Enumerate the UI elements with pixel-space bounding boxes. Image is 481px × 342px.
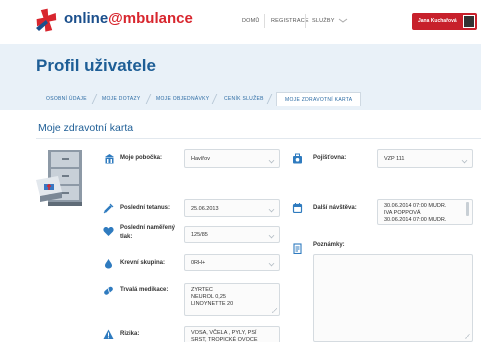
tab-personal-data[interactable]: OSOBNÍ ÚDAJE: [46, 92, 87, 106]
tab-health-card[interactable]: MOJE ZDRAVOTNÍ KARTA: [276, 92, 362, 106]
page-title: Profil uživatele: [36, 56, 156, 75]
branch-select[interactable]: Havířov: [184, 149, 280, 168]
nav-divider: [264, 14, 265, 28]
branch-label: Moje pobočka:: [120, 155, 163, 161]
nav-registration[interactable]: REGISTRACE: [271, 18, 309, 24]
chevron-down-icon: [338, 18, 348, 23]
top-header: online@mbulance DOMŮ REGISTRACE SLUŽBY J…: [0, 0, 481, 44]
logo[interactable]: online@mbulance: [34, 7, 194, 35]
nav-divider: [305, 14, 306, 28]
syringe-icon: [103, 203, 114, 214]
warning-icon: [103, 329, 114, 339]
nav-home[interactable]: DOMŮ: [242, 18, 260, 24]
medical-cabinet-illustration: [36, 150, 82, 206]
medication-textarea[interactable]: ZYRTEC NEUROL 0,25 LINOYNETTE 20: [184, 283, 280, 316]
avatar: [463, 15, 475, 28]
insurer-select[interactable]: VZP 111: [377, 149, 473, 168]
notes-icon: [293, 243, 302, 254]
medication-label: Trvalá medikace:: [120, 287, 169, 293]
pressure-field[interactable]: 125/85: [184, 226, 280, 243]
calendar-icon: [292, 203, 303, 213]
logo-text: online@mbulance: [64, 10, 193, 27]
nav-services-label: SLUŽBY: [312, 18, 335, 24]
ambulance-cross-icon: [36, 8, 57, 32]
user-menu-button[interactable]: Jana Kuchařová: [412, 13, 477, 30]
notes-label: Poznámky:: [313, 242, 345, 248]
insurer-label: Pojišťovna:: [313, 155, 347, 161]
risks-textarea[interactable]: VOSA, VČELA , PYLY, PSÍ SRST, TROPICKÉ O…: [184, 326, 280, 342]
blood-group-label: Krevní skupina:: [120, 260, 166, 266]
tab-price-list[interactable]: CENÍK SLUŽEB: [224, 92, 264, 106]
tetanus-field[interactable]: 25.06.2013: [184, 199, 280, 217]
tetanus-label: Poslední tetanus:: [120, 205, 171, 211]
tab-my-questions[interactable]: MOJE DOTAZY: [102, 92, 141, 106]
drop-icon: [105, 259, 112, 269]
user-name: Jana Kuchařová: [418, 18, 457, 24]
section-divider: [36, 138, 481, 139]
next-visit-scrollbar[interactable]: [466, 202, 469, 216]
heart-icon: [103, 226, 114, 236]
section-title: Moje zdravotní karta: [38, 122, 134, 134]
pressure-label: Poslední naměřený tlak:: [120, 225, 176, 240]
nav-services[interactable]: SLUŽBY: [312, 18, 348, 24]
tab-my-orders[interactable]: MOJE OBJEDNÁVKY: [156, 92, 209, 106]
next-visit-field[interactable]: 30.06.2014 07:00 MUDR. IVA POPPOVÁ 30.06…: [377, 199, 473, 225]
building-icon: [105, 154, 114, 164]
next-visit-label: Další návštěva:: [313, 205, 357, 211]
risks-label: Rizika:: [120, 331, 140, 337]
blood-group-select[interactable]: 0RH+: [184, 254, 280, 271]
pill-icon: [104, 286, 113, 295]
page-root: online@mbulance DOMŮ REGISTRACE SLUŽBY J…: [0, 0, 481, 342]
notes-textarea[interactable]: [313, 254, 473, 342]
insurance-card-icon: [293, 153, 302, 164]
